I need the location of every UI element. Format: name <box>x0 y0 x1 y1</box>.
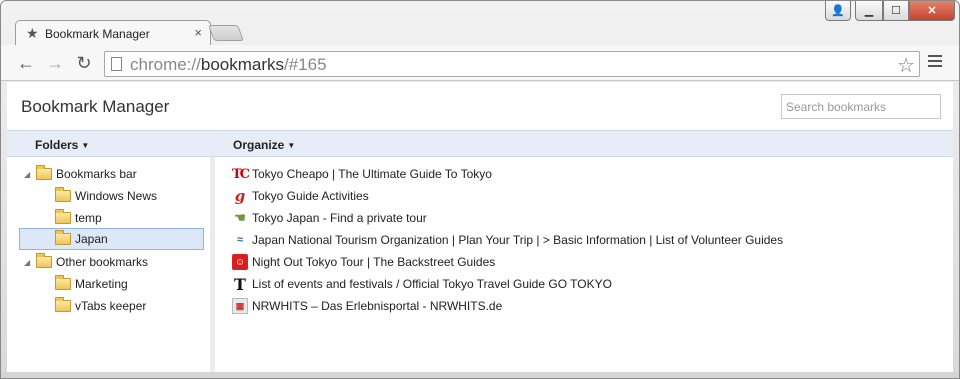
close-window-button[interactable]: ✕ <box>909 1 955 21</box>
toolbar: ← → ↻ chrome://bookmarks/#165 ☆ <box>1 45 959 81</box>
folders-label: Folders <box>35 138 79 152</box>
url-path: /#165 <box>284 55 327 74</box>
bookmark-item[interactable]: g Tokyo Guide Activities <box>232 185 369 207</box>
url-text[interactable]: chrome://bookmarks/#165 <box>130 55 327 75</box>
tab-close-icon[interactable]: × <box>194 25 202 40</box>
bookmark-item[interactable]: ≈ Japan National Tourism Organization | … <box>232 229 783 251</box>
bookmark-item[interactable]: ▦ NRWHITS – Das Erlebnisportal - NRWHITS… <box>232 295 502 317</box>
organize-label: Organize <box>233 138 285 152</box>
backstreet-guides-favicon-icon: ☺ <box>232 254 248 270</box>
expand-arrow-icon[interactable]: ◢ <box>24 170 34 179</box>
minimize-button[interactable]: ▁ <box>855 1 883 21</box>
bookmark-manager-page: Bookmark Manager Search bookmarks Folder… <box>7 82 953 372</box>
tree-item-label: Other bookmarks <box>56 255 149 269</box>
folder-icon <box>36 253 52 268</box>
star-icon: ★ <box>26 25 39 41</box>
tab-title: Bookmark Manager <box>45 27 150 41</box>
folder-icon <box>55 297 71 312</box>
tree-item-label: Japan <box>75 232 108 246</box>
bookmark-item[interactable]: ☺ Night Out Tokyo Tour | The Backstreet … <box>232 251 495 273</box>
folder-tree: ◢ Bookmarks bar Windows News temp Japan … <box>7 157 210 372</box>
url-host: bookmarks <box>200 55 284 74</box>
maximize-button[interactable]: ☐ <box>883 1 909 21</box>
bookmark-title: Tokyo Japan - Find a private tour <box>252 211 427 225</box>
page-icon <box>111 57 122 71</box>
menu-icon[interactable] <box>928 55 942 70</box>
chevron-down-icon: ▼ <box>81 141 90 150</box>
forward-button[interactable]: → <box>44 52 66 74</box>
window-controls: 👤 ▁ ☐ ✕ <box>825 1 955 21</box>
private-tour-favicon-icon: ☚ <box>234 210 246 225</box>
window-frame-bottom <box>1 372 959 378</box>
bookmark-item[interactable]: ☚ Tokyo Japan - Find a private tour <box>232 207 427 229</box>
bookmark-title: NRWHITS – Das Erlebnisportal - NRWHITS.d… <box>252 299 503 313</box>
tokyo-cheapo-favicon-icon: TC <box>231 166 250 182</box>
address-bar[interactable]: chrome://bookmarks/#165 ☆ <box>104 51 920 77</box>
tree-item-label: vTabs keeper <box>75 299 147 313</box>
folder-icon <box>55 187 71 202</box>
reload-button[interactable]: ↻ <box>73 52 95 74</box>
nrwhits-favicon-icon: ▦ <box>232 298 248 314</box>
user-profile-button[interactable]: 👤 <box>825 1 851 21</box>
command-bar: Folders ▼ Organize ▼ <box>7 130 953 157</box>
folders-menu-button[interactable]: Folders ▼ <box>35 138 89 152</box>
tree-item-other-bookmarks[interactable]: ◢ Other bookmarks <box>24 251 148 273</box>
tree-item-windows-news[interactable]: Windows News <box>55 185 157 207</box>
tree-item-vtabs-keeper[interactable]: vTabs keeper <box>55 295 146 317</box>
tab-bookmark-manager[interactable]: ★ Bookmark Manager × <box>15 20 211 46</box>
url-scheme: chrome:// <box>130 55 201 74</box>
folder-icon <box>55 275 71 290</box>
expand-arrow-icon[interactable]: ◢ <box>24 258 34 267</box>
back-button[interactable]: ← <box>15 52 37 74</box>
tree-item-label: Windows News <box>75 189 158 203</box>
bookmark-list: TC Tokyo Cheapo | The Ultimate Guide To … <box>215 157 953 372</box>
bookmark-star-icon[interactable]: ☆ <box>897 53 915 78</box>
go-tokyo-favicon-icon: T <box>234 274 246 294</box>
folder-icon <box>55 209 71 224</box>
bookmark-title: Tokyo Guide Activities <box>252 189 369 203</box>
browser-window: ★ Bookmark Manager × 👤 ▁ ☐ ✕ ← → ↻ chrom… <box>0 0 960 379</box>
jnto-favicon-icon: ≈ <box>236 234 244 246</box>
page-title: Bookmark Manager <box>21 97 170 116</box>
bookmark-item[interactable]: T List of events and festivals / Officia… <box>232 273 612 295</box>
folder-icon <box>36 165 52 180</box>
organize-menu-button[interactable]: Organize ▼ <box>233 138 295 152</box>
tree-item-bookmarks-bar[interactable]: ◢ Bookmarks bar <box>24 163 137 185</box>
bookmark-title: List of events and festivals / Official … <box>252 277 612 291</box>
tree-item-label: Bookmarks bar <box>56 167 137 181</box>
tree-item-marketing[interactable]: Marketing <box>55 273 128 295</box>
bookmark-item[interactable]: TC Tokyo Cheapo | The Ultimate Guide To … <box>232 163 492 185</box>
new-tab-button[interactable] <box>208 25 244 41</box>
tree-item-japan[interactable]: Japan <box>19 228 204 250</box>
tree-item-temp[interactable]: temp <box>55 207 102 229</box>
bookmark-title: Japan National Tourism Organization | Pl… <box>252 233 784 247</box>
title-bar: ★ Bookmark Manager × 👤 ▁ ☐ ✕ <box>1 1 959 46</box>
tokyo-guide-favicon-icon: g <box>234 187 246 205</box>
bookmark-title: Night Out Tokyo Tour | The Backstreet Gu… <box>252 255 496 269</box>
folder-icon <box>55 230 71 245</box>
bookmark-title: Tokyo Cheapo | The Ultimate Guide To Tok… <box>252 167 492 181</box>
tree-item-label: temp <box>75 211 102 225</box>
chevron-down-icon: ▼ <box>287 141 296 150</box>
tree-item-label: Marketing <box>75 277 128 291</box>
search-input[interactable]: Search bookmarks <box>781 94 941 119</box>
